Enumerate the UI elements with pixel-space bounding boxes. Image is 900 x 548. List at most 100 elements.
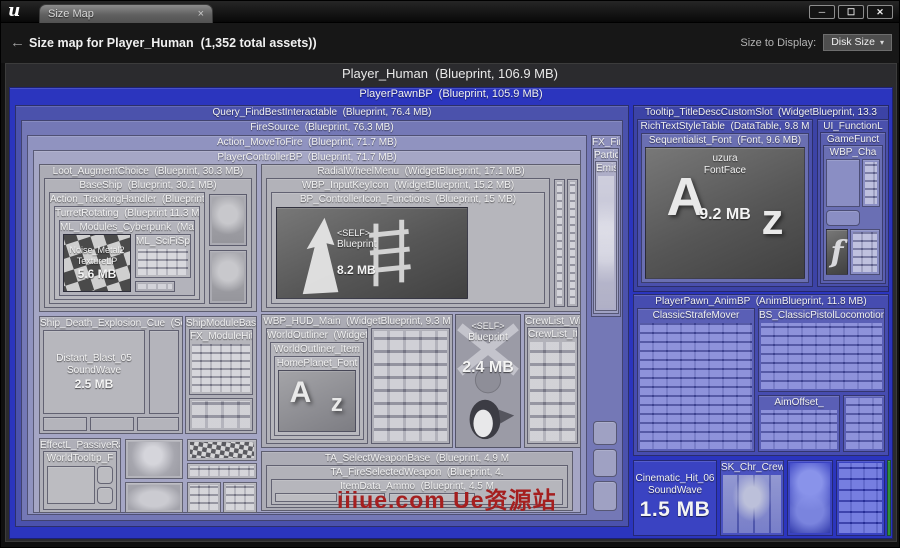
grid-sm-texture (190, 485, 218, 510)
treemap-node-radial-tiles-col-1[interactable] (554, 179, 565, 307)
grid-sm-texture (226, 485, 254, 510)
treemap-node-wbp-cha-tile-1[interactable] (826, 159, 860, 207)
node-label: Loot_AugmentChoice (Blueprint, 30.3 MB) (40, 165, 256, 178)
treemap-node-passive-checker-tile[interactable] (187, 439, 257, 461)
node-label: BS_ClassicPistolLocomotion (759, 309, 884, 322)
treemap-node-animbp-extra-tiles[interactable] (843, 395, 885, 452)
treemap-node-wbp-cha-tile-3[interactable] (826, 210, 860, 226)
treemap-node-firesource-tile-2[interactable] (593, 449, 617, 477)
treemap-node-bs-classicpistollocomotion[interactable]: BS_ClassicPistolLocomotion (758, 308, 885, 392)
treemap-node-uzura-fontface[interactable]: AzuzuraFontFace9.2 MB (645, 147, 805, 279)
treemap-node-fx-modulehit[interactable]: FX_ModuleHit (189, 329, 253, 395)
node-label: PlayerPawn_AnimBP (AnimBlueprint, 11.8 M… (634, 295, 888, 308)
treemap-node-font-f-preview[interactable]: f (826, 229, 848, 275)
treemap-node-worldtooltip-inner[interactable] (47, 466, 95, 504)
treemap-node-ammo-tile-1[interactable] (275, 493, 337, 502)
blob-texture (128, 442, 180, 476)
node-label: WorldOutliner (Widget (267, 329, 367, 342)
node-label: Ship_Death_Explosion_Cue (So (40, 317, 182, 330)
treemap-node-self-blueprint-penguin[interactable]: <SELF>Blueprint2.4 MB (455, 314, 521, 448)
node-label: WorldOutliner_Item (271, 343, 363, 356)
grid-md-texture (374, 331, 447, 441)
treemap-node-passive-blob-tile-2[interactable] (125, 482, 183, 513)
treemap-node-fx-fire-emis[interactable]: Emis (595, 161, 617, 311)
node-label: TA_FireSelectedWeapon (Blueprint, 4. (267, 466, 567, 479)
grid-anim-texture (846, 398, 882, 449)
node-label: WBP_InputKeyIcon (WidgetBlueprint, 15.2 … (267, 179, 549, 192)
node-label: FX_Fire (592, 136, 620, 149)
treemap-node-ship-death-tile-b1[interactable] (43, 417, 87, 431)
grid-sm-texture (138, 284, 172, 289)
treemap-node-passive-grid-tile-2[interactable] (187, 482, 221, 513)
node-label: RadialWheelMenu (WidgetBlueprint, 17.1 M… (262, 165, 580, 178)
node-label: WorldTooltip_F (44, 452, 116, 465)
node-label: FX_ModuleHit (190, 330, 252, 343)
node-label: PlayerControllerBP (Blueprint, 71.7 MB) (34, 151, 580, 164)
grid-anim-texture (761, 410, 837, 449)
treemap-node-classicstrafemover[interactable]: ClassicStrafeMover (637, 308, 755, 452)
node-label: Action_MoveToFire (Blueprint, 71.7 MB) (28, 136, 586, 149)
treemap-node-aimoffset[interactable]: AimOffset_ (758, 395, 840, 452)
grid-md-texture (192, 401, 250, 428)
treemap-node-worldtooltip-side-2[interactable] (97, 487, 113, 504)
node-label: PlayerPawnBP (Blueprint, 105.9 MB) (10, 88, 892, 101)
node-label: BP_ControllerIcon_Functions (Blueprint, … (272, 193, 544, 206)
treemap-node-passive-grid-tile-3[interactable] (223, 482, 257, 513)
treemap-node-bottom-blue-tile-2[interactable] (836, 460, 885, 536)
treemap-node-radial-tiles-col-2[interactable] (567, 179, 578, 307)
tile-text: Noise_Metal2TextureLP5.6 MB (64, 235, 130, 291)
treemap-node-ml-scifi-tile[interactable] (135, 281, 175, 292)
node-label: CrewList_Wid (525, 315, 580, 328)
tile-text: <SELF>Blueprint8.2 MB (277, 208, 467, 298)
smoke-texture (598, 176, 614, 308)
treemap-node-crewlist-ite[interactable]: CrewList_Ite (527, 327, 578, 444)
treemap-node-sk-chr-crew[interactable]: SK_Chr_Crew (720, 460, 784, 536)
node-label: BaseShip (Blueprint, 30.1 MB) (45, 179, 251, 192)
treemap-node-baseship-tile-1[interactable] (209, 194, 247, 246)
node-label: HomePlanet_Font (275, 357, 359, 370)
node-label: CrewList_Ite (528, 328, 577, 341)
grid-md-texture (530, 342, 575, 441)
treemap-node-cinematic-hit-06[interactable]: Cinematic_Hit_06SoundWave1.5 MB (633, 460, 717, 536)
treemap-node-bottom-blue-tile-1[interactable] (787, 460, 833, 536)
grid-sm-texture (865, 162, 877, 204)
treemap-node-noise-metal2-texturelp[interactable]: Noise_Metal2TextureLP5.6 MB (63, 234, 131, 292)
node-label: TurretRotating (Blueprint 11.3 MB) (55, 207, 199, 220)
treemap-node-self-blueprint-ladder[interactable]: <SELF>Blueprint8.2 MB (276, 207, 468, 299)
treemap-node-ship-death-tile-b2[interactable] (90, 417, 134, 431)
node-label: RichTextStyleTable (DataTable, 9.8 M (638, 120, 812, 133)
tile-text: Cinematic_Hit_06SoundWave1.5 MB (634, 461, 716, 535)
f-preview-art: f (827, 230, 847, 274)
treemap-canvas: PlayerPawnBP (Blueprint, 105.9 MB)Query_… (1, 1, 899, 547)
treemap-node-passive-grid-tile[interactable] (187, 463, 257, 479)
treemap-node-baseship-tile-2[interactable] (209, 250, 247, 304)
watermark: iiiue.com Ue资源站 (337, 481, 556, 515)
grid-sm-texture (138, 249, 188, 275)
treemap-node-passive-blob-tile[interactable] (125, 439, 183, 479)
treemap-node-shipmodule-tile[interactable] (189, 398, 253, 431)
node-label: ClassicStrafeMover (638, 309, 754, 322)
treemap-node-wbp-cha-tile-2[interactable] (862, 159, 880, 207)
node-label: GameFunct (821, 133, 885, 146)
treemap-node-firesource-tile-3[interactable] (593, 481, 617, 511)
node-label: SK_Chr_Crew (721, 461, 783, 474)
grid-sm-texture (570, 182, 575, 304)
treemap-node-firesource-tile-1[interactable] (593, 421, 617, 445)
treemap-node-hud-widget-grid[interactable] (371, 328, 450, 444)
node-label: Tooltip_TitleDescCustomSlot (WidgetBluep… (634, 106, 888, 119)
treemap-node-green-sliver[interactable] (887, 460, 891, 536)
treemap-node-homeplanet-az-preview[interactable]: Az (278, 370, 356, 432)
treemap-node-worldtooltip-side-1[interactable] (97, 466, 113, 484)
node-label: Action_TrackingHandler (Blueprint, 11.6 … (50, 193, 204, 206)
node-label: EffectL_PassiveRada (40, 439, 120, 452)
node-label: ML_Modules_Cyberpunk (MaterialInst (60, 221, 194, 234)
grid-blue-texture (839, 463, 882, 533)
treemap-node-wbp-cha-tile-4[interactable] (850, 229, 880, 275)
node-label: WBP_HUD_Main (WidgetBlueprint, 9.3 M (262, 315, 452, 328)
node-label: ShipModuleBase (186, 317, 256, 330)
node-label: Partic (594, 149, 618, 162)
treemap-node-distant-blast-05[interactable]: Distant_Blast_05SoundWave2.5 MB (43, 330, 145, 414)
treemap-node-ship-death-tile-b3[interactable] (137, 417, 179, 431)
treemap-node-ship-death-tile-side[interactable] (149, 330, 179, 414)
treemap-node-ml-scifispace[interactable]: ML_SciFiSpace (135, 234, 191, 278)
